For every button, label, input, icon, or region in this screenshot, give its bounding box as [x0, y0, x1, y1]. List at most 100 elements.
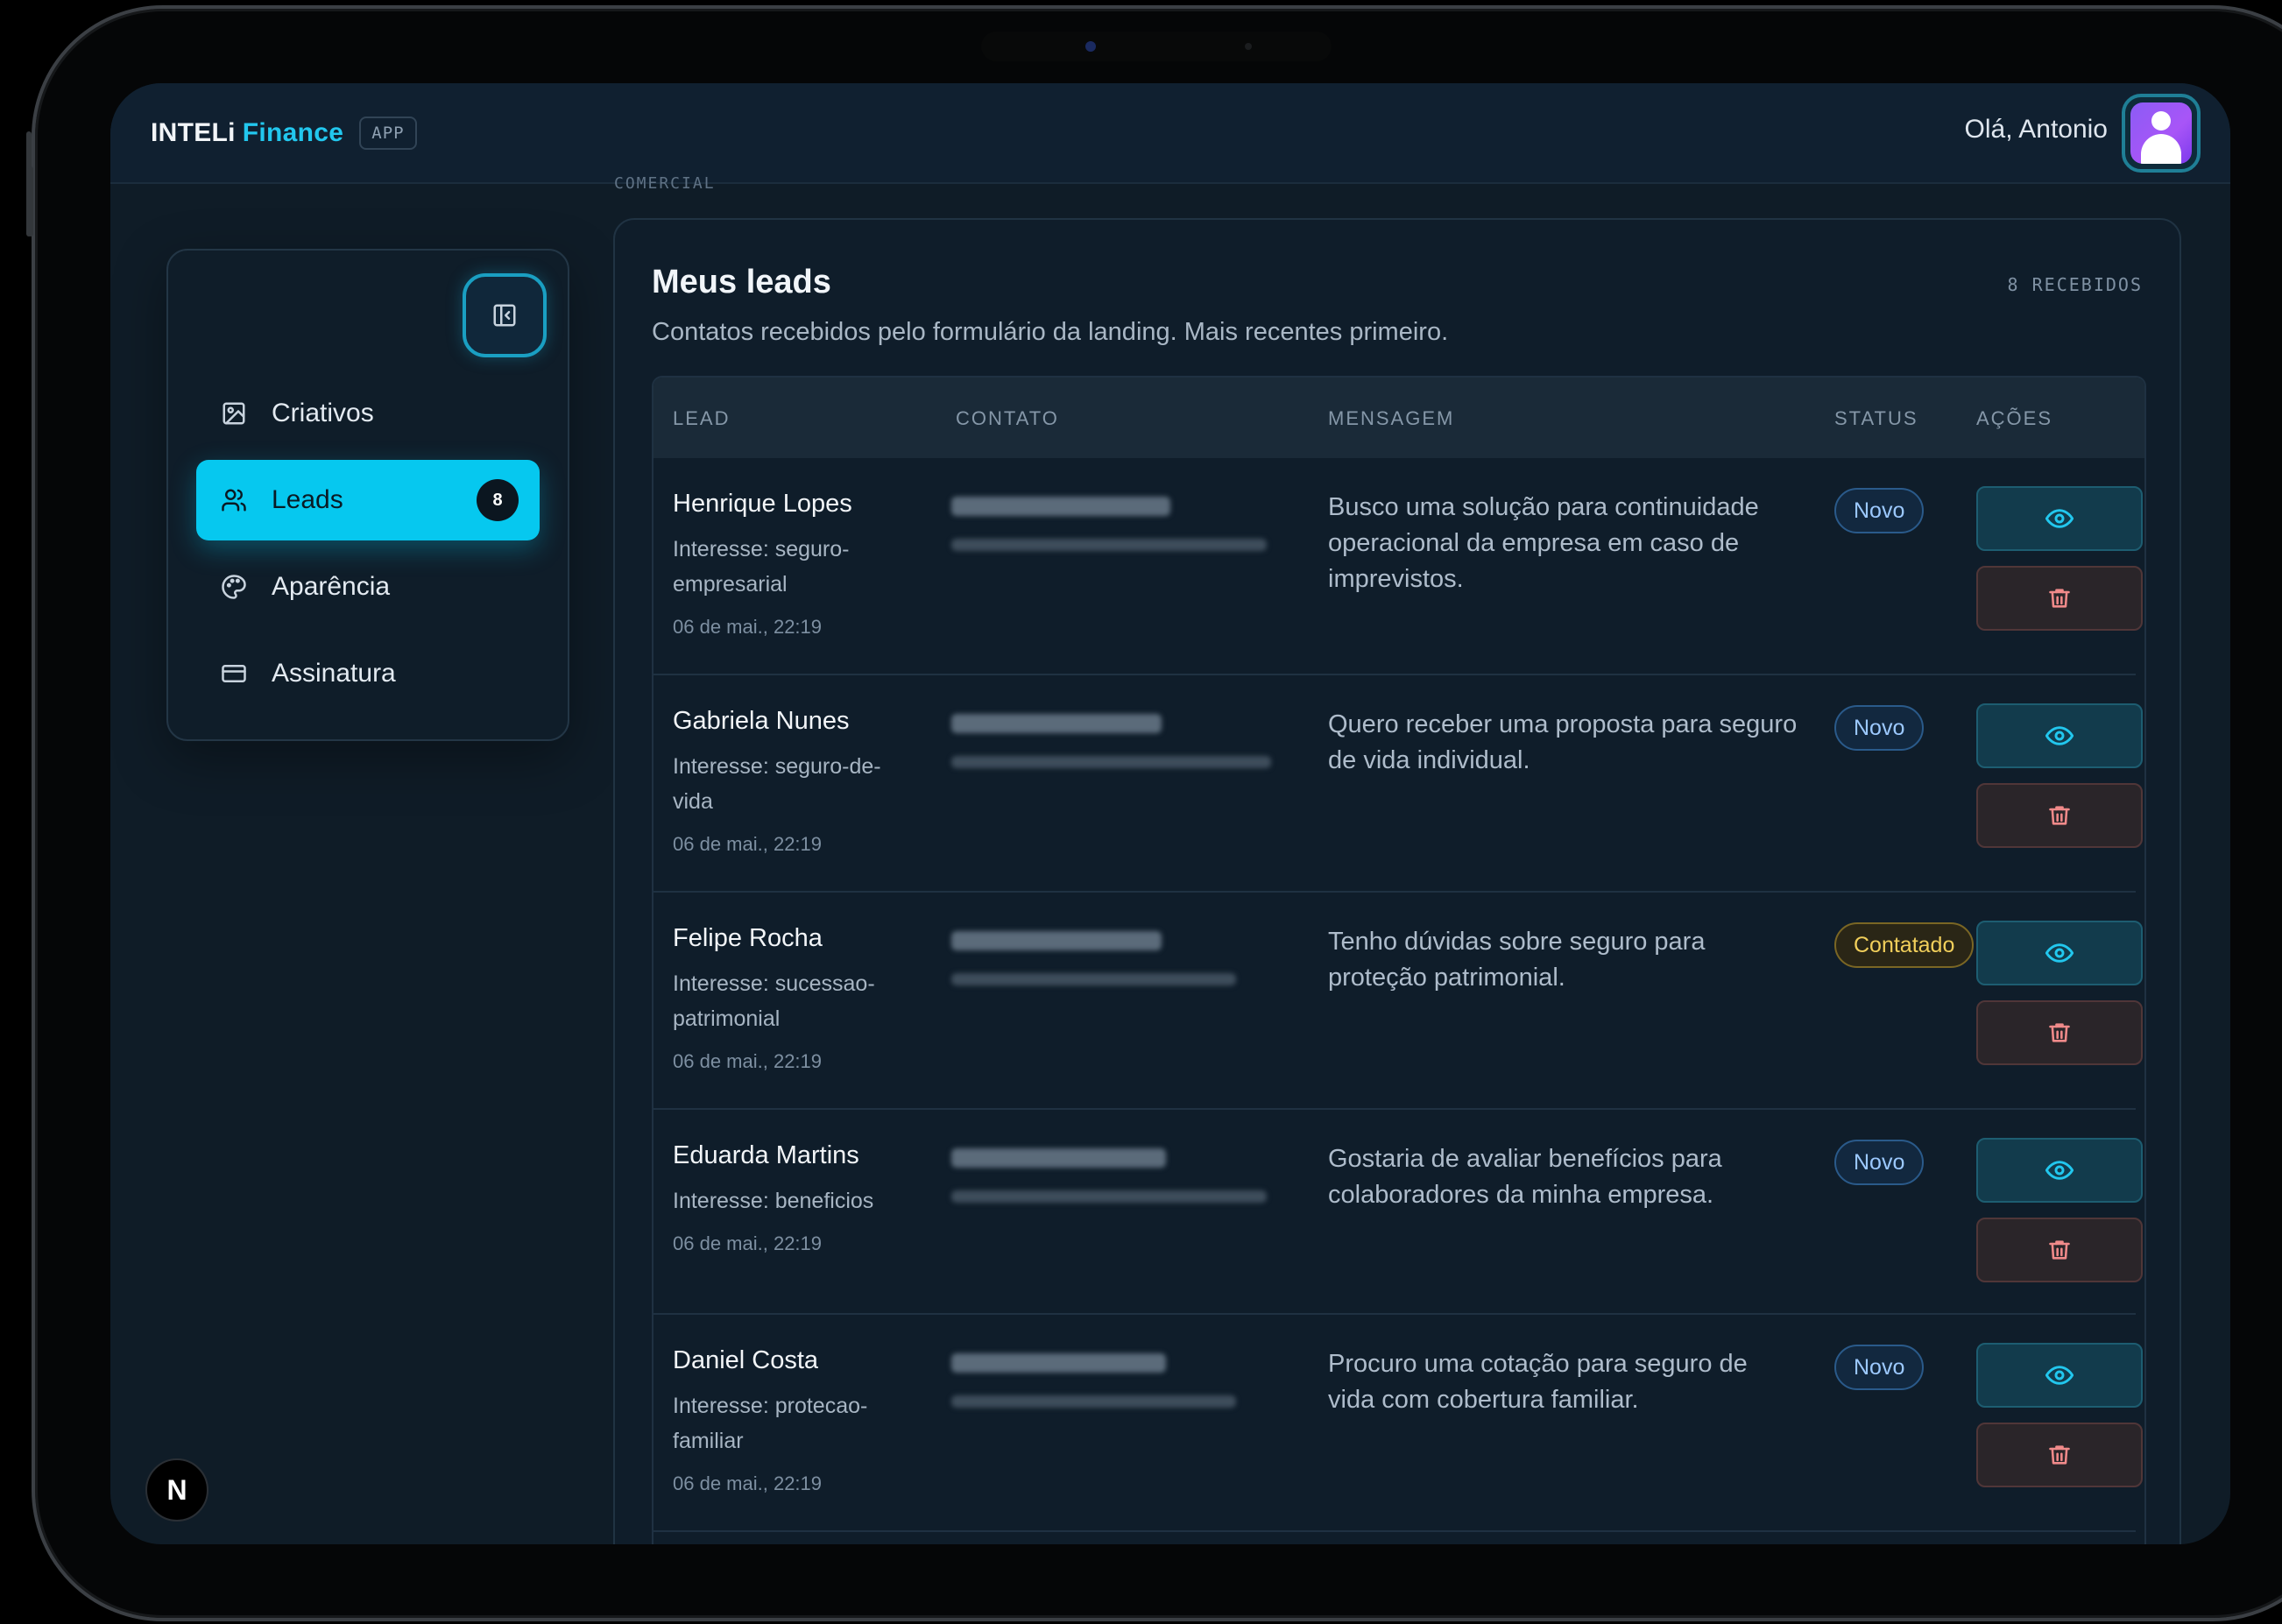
- delete-lead-button[interactable]: [1976, 1423, 2143, 1487]
- header-contato: CONTATO: [956, 407, 1059, 429]
- view-lead-button[interactable]: [1976, 486, 2143, 551]
- status-badge: Novo: [1834, 705, 1925, 751]
- lead-message: Quero receber uma proposta para seguro d…: [1328, 710, 1798, 774]
- sidebar-item-aparencia[interactable]: Aparência: [196, 547, 540, 627]
- header-mensagem: MENSAGEM: [1328, 407, 1455, 429]
- view-lead-button[interactable]: [1976, 1343, 2143, 1408]
- camera-bar: [981, 32, 1332, 61]
- leads-count-badge: 8: [477, 479, 519, 521]
- contact-phone-redacted: [951, 1148, 1166, 1168]
- lead-name: Felipe Rocha: [673, 924, 823, 952]
- lead-name: Daniel Costa: [673, 1346, 819, 1374]
- brand-tag: APP: [359, 116, 417, 150]
- lead-date: 06 de mai., 22:19: [673, 1232, 823, 1254]
- delete-lead-button[interactable]: [1976, 566, 2143, 631]
- header-acoes: AÇÕES: [1976, 407, 2053, 429]
- table-row: Felipe Rocha Interesse: sucessao-patrimo…: [654, 893, 2143, 1110]
- front-camera: [1085, 41, 1096, 52]
- sensor-dot: [1245, 43, 1252, 50]
- received-count: 8 RECEBIDOS: [2007, 274, 2143, 295]
- delete-lead-button[interactable]: [1976, 783, 2143, 848]
- sidebar-item-leads[interactable]: Leads 8: [196, 460, 540, 540]
- lead-message: Gostaria de avaliar benefícios para cola…: [1328, 1145, 1722, 1209]
- contact-phone-redacted: [951, 497, 1170, 516]
- lead-interest: Interesse: protecao-familiar: [673, 1394, 868, 1453]
- page-title: Meus leads: [652, 264, 831, 300]
- table-row: Eduarda Martins Interesse: beneficios 06…: [654, 1110, 2143, 1315]
- status-badge: Novo: [1834, 488, 1925, 533]
- contact-email-redacted: [951, 973, 1236, 985]
- trash-icon: [2049, 1240, 2070, 1260]
- top-bar: INTELi Finance APP Olá, Antonio: [110, 83, 2230, 184]
- contact-email-redacted: [951, 1395, 1236, 1408]
- lead-interest: Interesse: seguro-empresarial: [673, 537, 850, 597]
- trash-icon: [2049, 1023, 2070, 1042]
- eye-icon: [2045, 1366, 2074, 1385]
- contact-phone-redacted: [951, 714, 1162, 733]
- delete-lead-button[interactable]: [1976, 1000, 2143, 1065]
- eye-icon: [2045, 943, 2074, 963]
- sidebar-item-label: Aparência: [272, 572, 391, 601]
- user-avatar-icon: [2130, 102, 2192, 164]
- palette-icon: [219, 572, 249, 602]
- page-subtitle: Contatos recebidos pelo formulário da la…: [652, 318, 1449, 346]
- contact-email-redacted: [951, 539, 1267, 551]
- lead-interest: Interesse: sucessao-patrimonial: [673, 971, 875, 1031]
- table-row: Gabriela Nunes Interesse: seguro-de-vida…: [654, 675, 2143, 893]
- sidebar-item-label: Leads: [272, 485, 343, 514]
- sidebar-item-criativos[interactable]: Criativos: [196, 373, 540, 454]
- lead-message: Procuro uma cotação para seguro de vida …: [1328, 1350, 1748, 1414]
- contact-phone-redacted: [951, 1353, 1166, 1373]
- lead-date: 06 de mai., 22:19: [673, 1050, 823, 1072]
- user-greeting: Olá, Antonio: [1964, 115, 2108, 144]
- table-row: Daniel Costa Interesse: protecao-familia…: [654, 1315, 2143, 1532]
- header-lead: LEAD: [673, 407, 731, 429]
- contact-email-redacted: [951, 756, 1271, 768]
- collapse-sidebar-button[interactable]: [463, 273, 547, 357]
- lead-date: 06 de mai., 22:19: [673, 1472, 823, 1494]
- brand-name: INTELi: [151, 117, 236, 147]
- leads-table: LEAD CONTATO MENSAGEM STATUS AÇÕES Henri…: [652, 376, 2146, 1544]
- table-header: LEAD CONTATO MENSAGEM STATUS AÇÕES: [654, 378, 2144, 458]
- lead-name: Henrique Lopes: [673, 490, 852, 518]
- sidebar-item-label: Assinatura: [272, 659, 396, 688]
- lead-interest: Interesse: seguro-de-vida: [673, 754, 881, 814]
- trash-icon: [2049, 1445, 2070, 1465]
- view-lead-button[interactable]: [1976, 703, 2143, 768]
- framework-logo[interactable]: N: [145, 1458, 208, 1522]
- lead-date: 06 de mai., 22:19: [673, 616, 823, 638]
- header-status: STATUS: [1834, 407, 1918, 429]
- lead-name: Eduarda Martins: [673, 1141, 859, 1169]
- delete-lead-button[interactable]: [1976, 1218, 2143, 1282]
- credit-card-icon: [219, 659, 249, 688]
- avatar[interactable]: [2122, 94, 2201, 173]
- status-badge: Novo: [1834, 1345, 1925, 1390]
- lead-date: 06 de mai., 22:19: [673, 833, 823, 855]
- trash-icon: [2049, 806, 2070, 825]
- app-screen: INTELi Finance APP Olá, Antonio Criativo…: [110, 83, 2230, 1544]
- status-badge: Contatado: [1834, 922, 1975, 968]
- eye-icon: [2045, 1161, 2074, 1180]
- brand-logo[interactable]: INTELi Finance APP: [151, 116, 417, 150]
- brand-accent: Finance: [242, 117, 344, 147]
- table-row: Henrique Lopes Interesse: seguro-empresa…: [654, 458, 2143, 675]
- lead-interest: Interesse: beneficios: [673, 1189, 874, 1213]
- view-lead-button[interactable]: [1976, 1138, 2143, 1203]
- status-badge: Novo: [1834, 1140, 1925, 1185]
- side-button: [28, 166, 33, 237]
- view-lead-button[interactable]: [1976, 921, 2143, 985]
- users-icon: [219, 485, 249, 515]
- contact-phone-redacted: [951, 931, 1162, 950]
- lead-message: Busco uma solução para continuidade oper…: [1328, 493, 1759, 593]
- sidebar-item-assinatura[interactable]: Assinatura: [196, 633, 540, 714]
- eye-icon: [2045, 726, 2074, 745]
- sidebar: Criativos Leads 8 Aparência Assinatura: [166, 249, 569, 741]
- contact-email-redacted: [951, 1190, 1267, 1203]
- image-icon: [219, 399, 249, 428]
- breadcrumb: COMERCIAL: [614, 174, 716, 193]
- sidebar-item-label: Criativos: [272, 399, 374, 427]
- panel-collapse-icon: [493, 304, 516, 327]
- eye-icon: [2045, 509, 2074, 528]
- lead-message: Tenho dúvidas sobre seguro para proteção…: [1328, 928, 1706, 992]
- trash-icon: [2049, 589, 2070, 608]
